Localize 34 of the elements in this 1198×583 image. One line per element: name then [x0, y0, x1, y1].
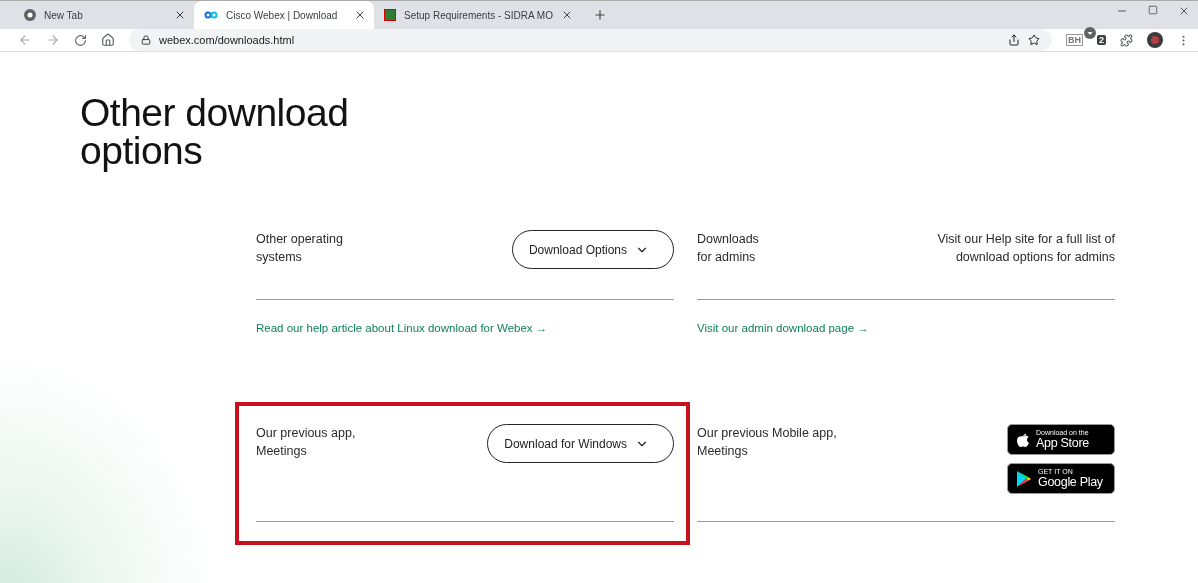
reload-icon[interactable] [74, 33, 87, 47]
section-label: Our previous Mobile app, Meetings [697, 425, 837, 460]
section-note: Visit our Help site for a full list of download options for admins [936, 231, 1115, 266]
extension-button[interactable]: BH [1066, 34, 1083, 46]
browser-tab[interactable]: Setup Requirements - SIDRA MO [374, 1, 581, 29]
download-button[interactable]: Download Options [511, 230, 674, 269]
page-heading: Other download options [80, 94, 350, 170]
maximize-icon[interactable] [1148, 5, 1158, 15]
new-tab-icon[interactable] [592, 8, 607, 22]
address-bar[interactable]: webex.com/downloads.html [129, 29, 1052, 51]
profile-avatar-icon[interactable] [1147, 32, 1163, 48]
lock-icon [141, 35, 151, 45]
webex-logo-icon [204, 10, 218, 20]
section-label: Other operating systems [256, 231, 343, 266]
apple-icon [1016, 431, 1030, 448]
section-label: Our previous app, Meetings [256, 425, 356, 460]
play-icon [1016, 469, 1032, 488]
bookmark-star-icon[interactable] [1028, 34, 1040, 46]
dropdown-icon[interactable] [1084, 27, 1096, 39]
browser-tab[interactable]: New Tab [14, 1, 194, 29]
share-icon[interactable] [1008, 34, 1020, 46]
extension-button[interactable]: 2 [1097, 35, 1106, 45]
extensions-icon[interactable] [1120, 33, 1133, 47]
site-favicon-icon [384, 9, 396, 21]
close-icon[interactable] [1178, 5, 1190, 17]
help-link[interactable]: Visit our admin download page → [697, 322, 869, 334]
section-label: Downloads for admins [697, 231, 759, 266]
browser-tab[interactable]: Cisco Webex | Download [194, 1, 374, 29]
help-link[interactable]: Read our help article about Linux download for Webex → [256, 322, 548, 334]
chrome-icon [24, 9, 36, 21]
download-button[interactable]: Download for Windows [487, 424, 674, 463]
close-icon[interactable] [174, 9, 186, 21]
close-icon[interactable] [354, 9, 366, 21]
home-icon[interactable] [101, 33, 115, 47]
